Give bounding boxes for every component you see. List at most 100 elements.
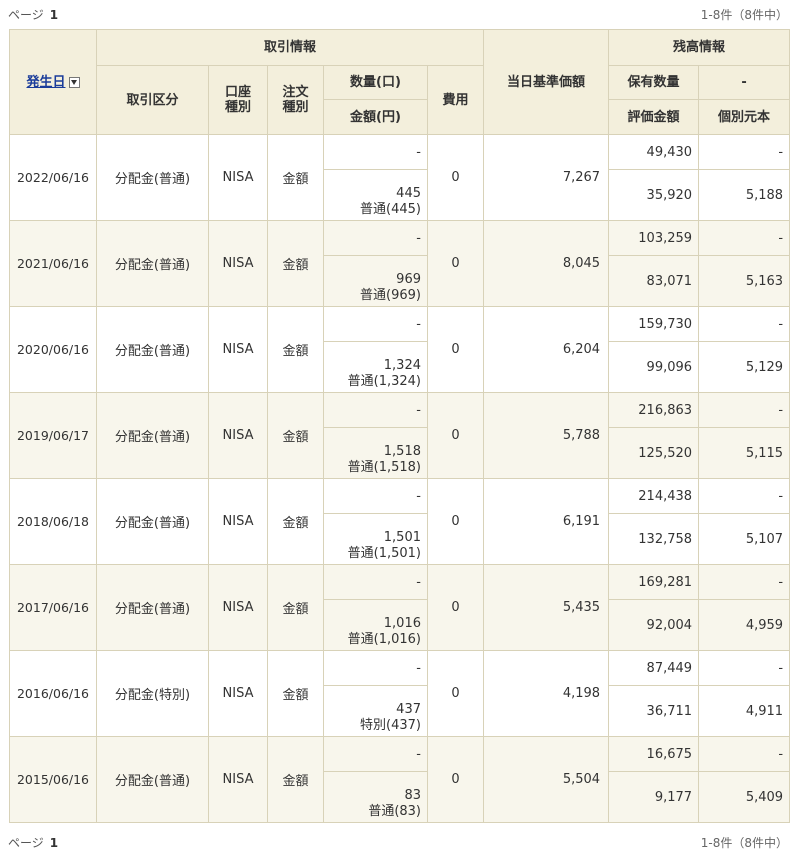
result-count: 1-8件（8件中） [700,836,788,850]
principal-cell: 4,911 [698,685,791,737]
principal-cell: 5,163 [698,255,791,307]
date-cell: 2018/06/18 [9,478,97,565]
transaction-group: 2016/06/16 分配金(特別) NISA 金額 - 0 4,198 87,… [9,650,791,737]
sort-by-date-link[interactable]: 発生日 [26,75,65,90]
date-cell: 2019/06/17 [9,392,97,479]
trade-type-cell: 分配金(特別) [96,650,209,737]
holdings-cell: 87,449 [608,650,700,686]
account-type-cell: NISA [208,564,268,651]
fee-cell: 0 [426,392,485,479]
pager-top: ページ 1 1-8件（8件中） [0,2,800,26]
valuation-cell: 99,096 [608,341,700,393]
order-type-cell: 金額 [267,306,324,393]
base-price-cell: 8,045 [483,220,610,307]
order-type-cell: 金額 [267,220,324,307]
valuation-cell: 9,177 [608,771,700,823]
quantity-cell: - [323,736,428,772]
holdings-dash-cell: - [698,392,791,428]
table-row: 2020/06/16 分配金(普通) NISA 金額 - 0 6,204 159… [9,306,791,393]
amount-value: 969 [396,272,421,287]
holdings-cell: 16,675 [608,736,700,772]
account-type-cell: NISA [208,736,268,823]
quantity-cell: - [323,650,428,686]
trade-type-cell: 分配金(普通) [96,392,209,479]
pager-bottom: ページ 1 1-8件（8件中） [0,830,800,854]
holdings-cell: 216,863 [608,392,700,428]
transaction-group: 2022/06/16 分配金(普通) NISA 金額 - 0 7,267 49,… [9,134,791,221]
header-holdings: 保有数量 [608,65,700,100]
header-order-type: 注文種別 [267,65,324,135]
date-cell: 2016/06/16 [9,650,97,737]
fee-cell: 0 [426,650,485,737]
amount-value: 1,324 [383,358,421,373]
sort-dropdown-icon[interactable] [68,76,80,88]
account-type-cell: NISA [208,134,268,221]
header-principal: 個別元本 [698,99,791,135]
amount-detail: 特別(437) [360,718,421,733]
header-holdings-dash: - [698,65,791,100]
holdings-dash-cell: - [698,564,791,600]
amount-detail: 普通(1,501) [347,546,421,561]
order-type-cell: 金額 [267,650,324,737]
holdings-dash-cell: - [698,306,791,342]
page-number: 1 [49,8,59,22]
header-balance-info: 残高情報 [608,29,791,66]
amount-value: 1,518 [383,444,421,459]
holdings-dash-cell: - [698,736,791,772]
amount-cell: 1,518 普通(1,518) [323,427,428,479]
fee-cell: 0 [426,306,485,393]
fee-cell: 0 [426,564,485,651]
trade-type-cell: 分配金(普通) [96,564,209,651]
amount-detail: 普通(1,518) [347,460,421,475]
account-type-cell: NISA [208,392,268,479]
quantity-cell: - [323,220,428,256]
amount-value: 437 [396,702,421,717]
principal-cell: 4,959 [698,599,791,651]
valuation-cell: 125,520 [608,427,700,479]
amount-value: 83 [404,788,421,803]
holdings-cell: 49,430 [608,134,700,170]
header-quantity: 数量(口) [323,65,428,100]
holdings-dash-cell: - [698,478,791,514]
transaction-group: 2019/06/17 分配金(普通) NISA 金額 - 0 5,788 216… [9,392,791,479]
amount-cell: 1,016 普通(1,016) [323,599,428,651]
table-row: 2017/06/16 分配金(普通) NISA 金額 - 0 5,435 169… [9,564,791,651]
quantity-cell: - [323,478,428,514]
holdings-dash-cell: - [698,134,791,170]
table-row: 2016/06/16 分配金(特別) NISA 金額 - 0 4,198 87,… [9,650,791,737]
amount-detail: 普通(969) [360,288,421,303]
amount-cell: 1,324 普通(1,324) [323,341,428,393]
holdings-cell: 103,259 [608,220,700,256]
date-cell: 2017/06/16 [9,564,97,651]
account-type-cell: NISA [208,478,268,565]
table-row: 2022/06/16 分配金(普通) NISA 金額 - 0 7,267 49,… [9,134,791,221]
transaction-group: 2021/06/16 分配金(普通) NISA 金額 - 0 8,045 103… [9,220,791,307]
account-type-cell: NISA [208,650,268,737]
base-price-cell: 6,204 [483,306,610,393]
principal-cell: 5,115 [698,427,791,479]
page-indicator: ページ 1 [8,6,58,23]
amount-value: 445 [396,186,421,201]
valuation-cell: 83,071 [608,255,700,307]
page-number: 1 [49,836,59,850]
base-price-cell: 5,504 [483,736,610,823]
amount-detail: 普通(1,324) [347,374,421,389]
valuation-cell: 92,004 [608,599,700,651]
fee-cell: 0 [426,134,485,221]
header-order-type-label: 注文種別 [282,85,309,115]
order-type-cell: 金額 [267,392,324,479]
transaction-group: 2020/06/16 分配金(普通) NISA 金額 - 0 6,204 159… [9,306,791,393]
amount-detail: 普通(83) [368,804,421,819]
table-row: 2019/06/17 分配金(普通) NISA 金額 - 0 5,788 216… [9,392,791,479]
fee-cell: 0 [426,220,485,307]
amount-cell: 969 普通(969) [323,255,428,307]
account-type-cell: NISA [208,220,268,307]
amount-cell: 83 普通(83) [323,771,428,823]
amount-cell: 1,501 普通(1,501) [323,513,428,565]
trade-type-cell: 分配金(普通) [96,306,209,393]
amount-value: 1,501 [383,530,421,545]
header-fee: 費用 [426,65,485,135]
header-trade-type: 取引区分 [96,65,209,135]
header-amount: 金額(円) [323,99,428,135]
valuation-cell: 35,920 [608,169,700,221]
